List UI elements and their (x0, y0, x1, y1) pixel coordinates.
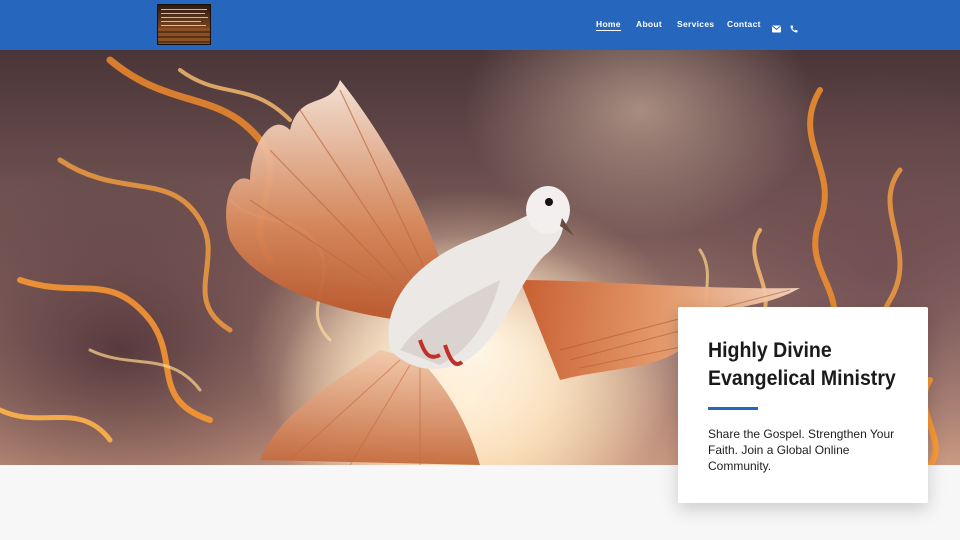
hero-tagline: Share the Gospel. Strengthen Your Faith.… (708, 427, 895, 473)
nav-home-link[interactable]: Home (596, 19, 621, 31)
page-title: Highly Divine Evangelical Ministry (708, 339, 896, 390)
title-divider (708, 407, 758, 410)
nav-about-link[interactable]: About (636, 19, 662, 29)
hero-card: Highly Divine Evangelical Ministry Share… (678, 307, 928, 503)
nav-contact-link[interactable]: Contact (727, 19, 761, 29)
nav-services-link[interactable]: Services (677, 19, 714, 29)
envelope-icon[interactable] (772, 20, 781, 38)
phone-icon[interactable] (790, 20, 798, 38)
site-logo[interactable] (157, 4, 211, 45)
site-header: Home About Services Contact (0, 0, 960, 50)
